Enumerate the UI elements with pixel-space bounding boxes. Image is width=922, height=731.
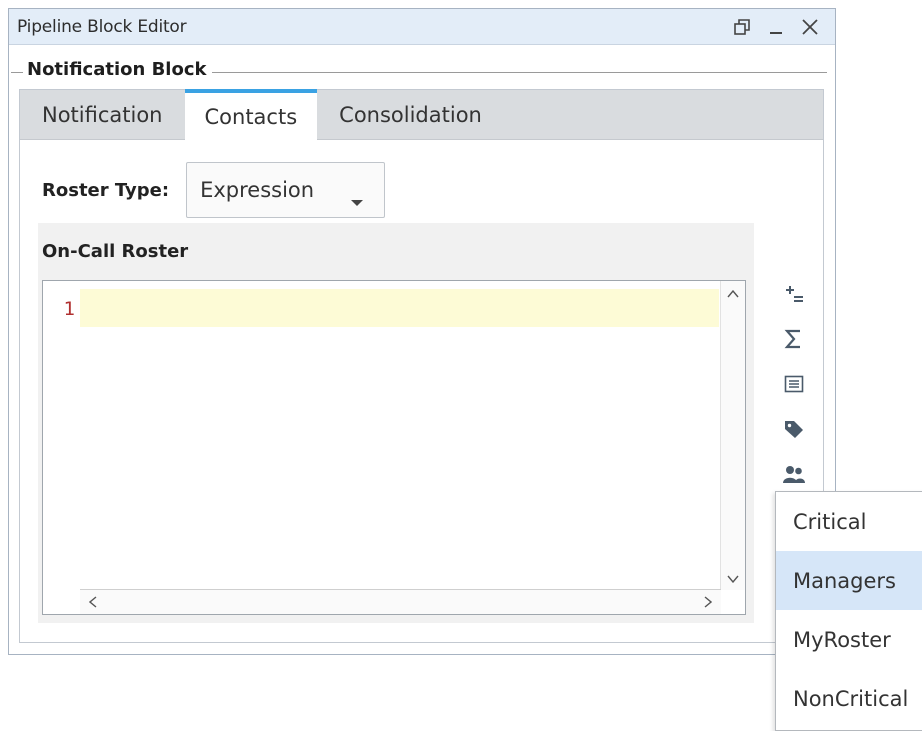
roster-option-critical[interactable]: Critical: [776, 492, 922, 551]
group-title: Notification Block: [23, 59, 213, 80]
window-controls: [731, 16, 835, 38]
expression-editor: 1: [42, 280, 746, 615]
roster-type-label: Roster Type:: [42, 179, 170, 201]
roster-option-noncritical[interactable]: NonCritical: [776, 669, 922, 728]
users-icon[interactable]: [778, 458, 810, 490]
horizontal-scrollbar[interactable]: [80, 589, 721, 614]
tab-contacts[interactable]: Contacts: [184, 89, 318, 140]
chevron-down-icon: [350, 188, 364, 212]
add-operator-icon[interactable]: [778, 278, 810, 310]
notification-block-group: Notification Block: [9, 51, 835, 80]
tab-panel: Notification Contacts Consolidation Rost…: [19, 89, 824, 643]
scroll-up-icon[interactable]: [726, 287, 740, 301]
roster-option-managers[interactable]: Managers: [776, 551, 922, 610]
tab-consolidation[interactable]: Consolidation: [317, 90, 504, 139]
title-bar[interactable]: Pipeline Block Editor: [9, 9, 835, 45]
tab-notification[interactable]: Notification: [20, 90, 185, 139]
on-call-roster-section: On-Call Roster 1: [38, 223, 754, 623]
minimize-icon[interactable]: [765, 16, 787, 38]
scroll-right-icon[interactable]: [701, 595, 715, 609]
sigma-function-icon[interactable]: [778, 323, 810, 355]
vertical-scrollbar[interactable]: [720, 281, 745, 590]
tab-strip: Notification Contacts Consolidation: [20, 89, 823, 140]
scroll-down-icon[interactable]: [726, 572, 740, 586]
line-number-gutter: 1: [43, 281, 79, 614]
on-call-roster-label: On-Call Roster: [42, 241, 189, 262]
window-title: Pipeline Block Editor: [17, 16, 187, 37]
roster-type-dropdown[interactable]: Expression: [186, 162, 386, 218]
line-number: 1: [63, 298, 75, 320]
pipeline-block-editor-window: Pipeline Block Editor Notification Block…: [8, 8, 836, 655]
expression-code-area[interactable]: [80, 281, 719, 590]
roster-popup-menu: Critical Managers MyRoster NonCritical: [775, 491, 922, 731]
list-icon[interactable]: [778, 368, 810, 400]
roster-option-myroster[interactable]: MyRoster: [776, 610, 922, 669]
roster-type-row: Roster Type: Expression: [42, 162, 386, 218]
tag-icon[interactable]: [778, 413, 810, 445]
scroll-left-icon[interactable]: [86, 595, 100, 609]
roster-type-value: Expression: [200, 178, 315, 202]
close-icon[interactable]: [799, 16, 821, 38]
restore-icon[interactable]: [731, 16, 753, 38]
